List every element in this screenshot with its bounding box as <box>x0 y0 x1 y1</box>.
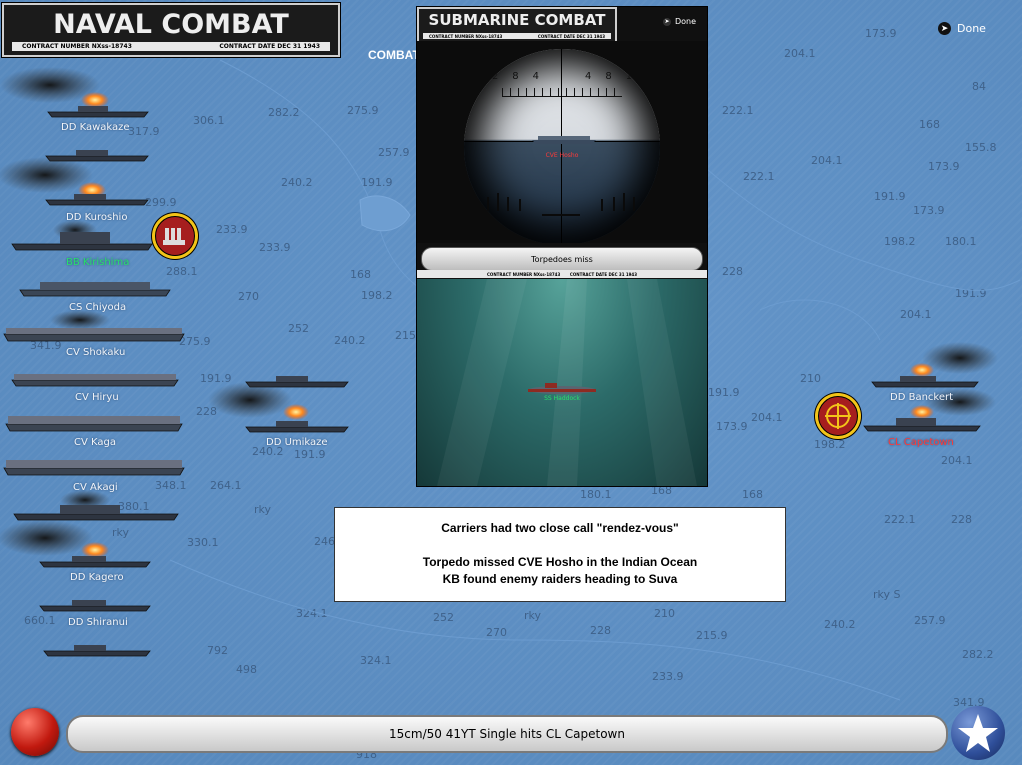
ship-label: CV Hiryu <box>75 392 119 403</box>
target-ship-label: CVE Hosho <box>545 152 579 159</box>
star-button[interactable] <box>951 706 1005 760</box>
contract-date: CONTRACT DATE DEC 31 1943 <box>537 33 605 39</box>
japanese-fleet <box>0 67 349 657</box>
scale-mark: 8 <box>605 71 612 82</box>
ship-label: DD Shiranui <box>68 617 128 628</box>
done-label: Done <box>957 22 986 35</box>
ship-cs-chiyoda[interactable] <box>19 282 171 297</box>
ship-label: CV Akagi <box>73 482 118 493</box>
submarine-combat-banner: SUBMARINE COMBAT CONTRACT NUMBER NXss-18… <box>417 7 617 43</box>
gunnery-target-badge-icon <box>815 393 861 439</box>
periscope-view: 12 8 4 4 8 12 CVE Hosho <box>417 41 707 243</box>
message-line: Carriers had two close call "rendez-vous… <box>441 521 679 535</box>
ship-label: DD Kuroshio <box>66 212 128 223</box>
star-icon <box>958 714 998 752</box>
ship-label: DD Kagero <box>70 572 124 583</box>
aa-guns-icon <box>163 228 185 245</box>
ship-dd-kawakaze[interactable] <box>0 67 149 118</box>
submarine-title: SUBMARINE COMBAT <box>428 11 606 29</box>
target-ship-icon <box>532 136 596 144</box>
scale-mark: 12 <box>485 71 499 82</box>
submarine-icon <box>528 383 596 394</box>
ship-dd-umikaze[interactable] <box>208 382 349 433</box>
submarine-contract-strip: CONTRACT NUMBER NXss-18743 CONTRACT DATE… <box>423 33 611 39</box>
combat-log-text: 15cm/50 41YT Single hits CL Capetown <box>389 727 625 741</box>
contract-number: CONTRACT NUMBER NXss-18743 <box>487 271 561 277</box>
ship-unnamed-3[interactable] <box>43 645 151 657</box>
ship-dd-kagero[interactable] <box>0 520 151 568</box>
ship-label: DD Banckert <box>890 392 954 403</box>
contract-date: CONTRACT DATE DEC 31 1943 <box>569 271 637 277</box>
ship-label: DD Kawakaze <box>61 122 130 133</box>
ship-bb-kirishima[interactable] <box>11 220 153 251</box>
ship-label: DD Umikaze <box>266 437 328 448</box>
underwater-view: SS Haddock <box>417 279 707 486</box>
message-line: Torpedo missed CVE Hosho in the Indian O… <box>422 555 698 569</box>
combat-label: COMBAT <box>368 48 420 62</box>
ship-label: CS Chiyoda <box>69 302 127 313</box>
torpedo-status: Torpedoes miss <box>531 254 593 264</box>
ship-cv-shokaku[interactable] <box>3 310 185 342</box>
submarine-label: SS Haddock <box>544 395 580 402</box>
periscope-range-marks <box>487 193 635 216</box>
ship-cv-akagi[interactable] <box>3 460 185 476</box>
done-button[interactable]: ➤ Done <box>938 22 986 35</box>
anti-aircraft-badge-icon <box>152 213 198 259</box>
scale-mark: 8 <box>512 71 519 82</box>
ship-unnamed-2[interactable] <box>13 490 179 521</box>
scale-mark: 12 <box>625 71 639 82</box>
bottom-bar: 15cm/50 41YT Single hits CL Capetown <box>0 703 1022 765</box>
arrow-right-icon: ➤ <box>938 22 951 35</box>
ship-label: CV Kaga <box>74 437 116 448</box>
scale-mark: 4 <box>585 71 592 82</box>
stop-button[interactable] <box>11 708 59 756</box>
periscope-ticks <box>502 88 622 97</box>
message-line: KB found enemy raiders heading to Suva <box>442 572 678 586</box>
torpedo-status-bar: Torpedoes miss <box>421 247 703 271</box>
arrow-right-icon: ➤ <box>663 17 671 26</box>
submarine-combat-panel: SUBMARINE COMBAT CONTRACT NUMBER NXss-18… <box>416 6 708 487</box>
submarine-done-label: Done <box>675 17 697 26</box>
contract-number: CONTRACT NUMBER NXss-18743 <box>429 33 503 39</box>
periscope-scale: 12 8 4 4 8 12 <box>464 71 660 82</box>
submarine-contract-strip-2: CONTRACT NUMBER NXss-18743 CONTRACT DATE… <box>417 270 707 278</box>
ship-label-selected: BB Kirishima <box>66 257 130 268</box>
combat-log-bar: 15cm/50 41YT Single hits CL Capetown <box>66 715 948 753</box>
ship-label: CV Shokaku <box>66 347 126 358</box>
crosshair-icon <box>825 403 851 429</box>
periscope-lens: 12 8 4 4 8 12 CVE Hosho <box>464 49 660 243</box>
submarine-done-button[interactable]: ➤ Done <box>663 17 696 26</box>
ship-dd-shiranui[interactable] <box>39 600 151 612</box>
ship-dd-banckert[interactable] <box>871 342 998 388</box>
ship-cv-hiryu[interactable] <box>11 374 179 387</box>
ship-cv-kaga[interactable] <box>5 416 183 432</box>
ship-dd-kuroshio[interactable] <box>0 157 149 206</box>
combat-message-box: Carriers had two close call "rendez-vous… <box>334 507 786 602</box>
ship-label-target: CL Capetown <box>888 437 954 448</box>
scale-mark: 4 <box>532 71 539 82</box>
